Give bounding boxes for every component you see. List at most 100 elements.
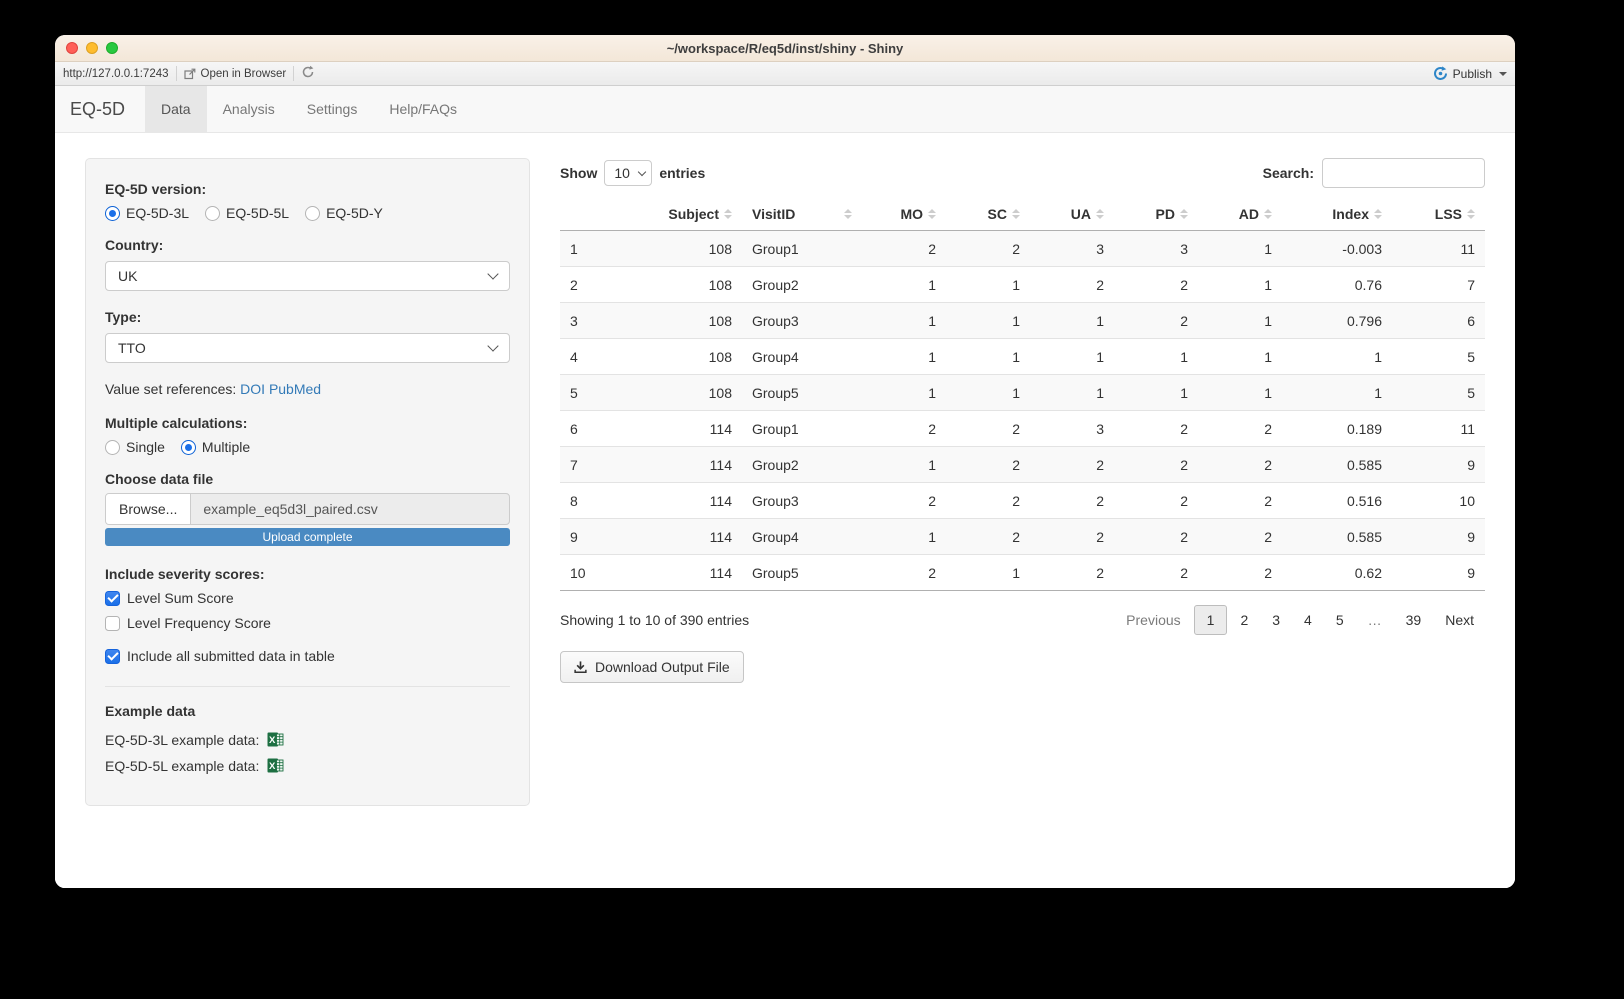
minimize-window-button[interactable] xyxy=(86,42,98,54)
calculation-radio-group: Single Multiple xyxy=(105,439,510,455)
table-cell: 10 xyxy=(1392,483,1485,519)
open-in-browser-icon xyxy=(184,68,196,80)
checkbox-include-all-data[interactable] xyxy=(105,649,120,664)
excel-file-icon[interactable]: X xyxy=(267,731,284,748)
header-rownum xyxy=(560,198,602,231)
excel-file-icon[interactable]: X xyxy=(267,757,284,774)
header-sc[interactable]: SC xyxy=(946,198,1030,231)
table-row[interactable]: 6114Group1223220.18911 xyxy=(560,411,1485,447)
table-cell: 1 xyxy=(1198,267,1282,303)
radio-multiple[interactable] xyxy=(181,440,196,455)
page-length-select[interactable]: 10 xyxy=(604,160,652,186)
header-ad[interactable]: AD xyxy=(1198,198,1282,231)
page-button-3[interactable]: 3 xyxy=(1261,606,1291,634)
publish-button[interactable]: Publish xyxy=(1433,66,1507,81)
svg-text:X: X xyxy=(269,761,276,772)
publish-dropdown-caret xyxy=(1499,72,1507,76)
radio-option-eq5dy[interactable]: EQ-5D-Y xyxy=(305,205,383,221)
checkbox-level-frequency-score[interactable] xyxy=(105,616,120,631)
download-label: Download Output File xyxy=(595,659,730,675)
table-cell: 1 xyxy=(1198,231,1282,267)
example-data-row: EQ-5D-3L example data: X xyxy=(105,731,510,748)
radio-option-multiple[interactable]: Multiple xyxy=(181,439,250,455)
table-cell: 108 xyxy=(602,339,742,375)
page-button-1[interactable]: 1 xyxy=(1194,605,1228,635)
table-cell: Group3 xyxy=(742,303,862,339)
tab-analysis[interactable]: Analysis xyxy=(207,86,291,132)
table-row[interactable]: 9114Group4122220.5859 xyxy=(560,519,1485,555)
checkbox-row-include-all[interactable]: Include all submitted data in table xyxy=(105,648,510,664)
maximize-window-button[interactable] xyxy=(106,42,118,54)
table-row[interactable]: 4108Group41111115 xyxy=(560,339,1485,375)
table-cell: 9 xyxy=(1392,555,1485,591)
tab-help-faqs[interactable]: Help/FAQs xyxy=(373,86,473,132)
reload-button[interactable] xyxy=(301,65,315,82)
radio-option-single[interactable]: Single xyxy=(105,439,165,455)
page-button-39[interactable]: 39 xyxy=(1395,606,1433,634)
table-cell: 3 xyxy=(1030,231,1114,267)
search-label: Search: xyxy=(1263,165,1314,181)
viewer-toolbar: http://127.0.0.1:7243 Open in Browser xyxy=(55,62,1515,86)
previous-page-button[interactable]: Previous xyxy=(1115,606,1191,634)
table-cell: 1 xyxy=(946,267,1030,303)
radio-option-eq5d5l[interactable]: EQ-5D-5L xyxy=(205,205,289,221)
table-cell: 114 xyxy=(602,483,742,519)
search-input[interactable] xyxy=(1322,158,1485,188)
header-index[interactable]: Index xyxy=(1282,198,1392,231)
doi-link[interactable]: DOI xyxy=(240,381,265,397)
header-pd[interactable]: PD xyxy=(1114,198,1198,231)
checkbox-row-level-frequency[interactable]: Level Frequency Score xyxy=(105,615,510,631)
type-select[interactable]: TTO xyxy=(105,333,510,363)
table-cell: Group1 xyxy=(742,411,862,447)
radio-eq5d5l[interactable] xyxy=(205,206,220,221)
sort-icon xyxy=(1467,209,1475,219)
header-subject[interactable]: Subject xyxy=(602,198,742,231)
table-cell: 0.76 xyxy=(1282,267,1392,303)
table-cell: 2 xyxy=(862,231,946,267)
table-row[interactable]: 8114Group3222220.51610 xyxy=(560,483,1485,519)
checkbox-row-level-sum[interactable]: Level Sum Score xyxy=(105,590,510,606)
tab-data[interactable]: Data xyxy=(145,86,207,132)
radio-eq5dy[interactable] xyxy=(305,206,320,221)
traffic-lights xyxy=(66,35,118,61)
next-page-button[interactable]: Next xyxy=(1434,606,1485,634)
multiple-calculations-label: Multiple calculations: xyxy=(105,415,510,431)
table-cell: 114 xyxy=(602,411,742,447)
tab-settings[interactable]: Settings xyxy=(291,86,374,132)
reload-icon xyxy=(301,65,315,79)
header-ua[interactable]: UA xyxy=(1030,198,1114,231)
table-row[interactable]: 10114Group5212220.629 xyxy=(560,555,1485,591)
close-window-button[interactable] xyxy=(66,42,78,54)
table-cell: -0.003 xyxy=(1282,231,1392,267)
sidebar-divider xyxy=(105,686,510,687)
table-row[interactable]: 3108Group3111210.7966 xyxy=(560,303,1485,339)
publish-label: Publish xyxy=(1453,67,1492,81)
chevron-down-icon xyxy=(487,340,498,351)
header-visitid[interactable]: VisitID xyxy=(742,198,862,231)
entries-label: entries xyxy=(659,165,705,181)
header-lss[interactable]: LSS xyxy=(1392,198,1485,231)
page-button-5[interactable]: 5 xyxy=(1325,606,1355,634)
sort-icon xyxy=(1096,209,1104,219)
header-mo[interactable]: MO xyxy=(862,198,946,231)
open-in-browser-button[interactable]: Open in Browser xyxy=(184,68,287,80)
checkbox-level-sum-score[interactable] xyxy=(105,591,120,606)
app-body: EQ-5D version: EQ-5D-3L EQ-5D-5L EQ-5D-Y xyxy=(55,133,1515,888)
country-select[interactable]: UK xyxy=(105,261,510,291)
browse-button[interactable]: Browse... xyxy=(106,494,191,524)
page-button-2[interactable]: 2 xyxy=(1229,606,1259,634)
radio-single[interactable] xyxy=(105,440,120,455)
pubmed-link[interactable]: PubMed xyxy=(269,381,321,397)
table-cell: 7 xyxy=(1392,267,1485,303)
radio-option-eq5d3l[interactable]: EQ-5D-3L xyxy=(105,205,189,221)
table-cell: 2 xyxy=(1198,411,1282,447)
table-row[interactable]: 7114Group2122220.5859 xyxy=(560,447,1485,483)
table-cell: 2 xyxy=(1030,555,1114,591)
radio-eq5d3l[interactable] xyxy=(105,206,120,221)
upload-status-text: Upload complete xyxy=(262,530,352,544)
download-output-button[interactable]: Download Output File xyxy=(560,651,744,683)
page-button-4[interactable]: 4 xyxy=(1293,606,1323,634)
table-row[interactable]: 1108Group122331-0.00311 xyxy=(560,231,1485,267)
table-row[interactable]: 5108Group51111115 xyxy=(560,375,1485,411)
table-row[interactable]: 2108Group2112210.767 xyxy=(560,267,1485,303)
